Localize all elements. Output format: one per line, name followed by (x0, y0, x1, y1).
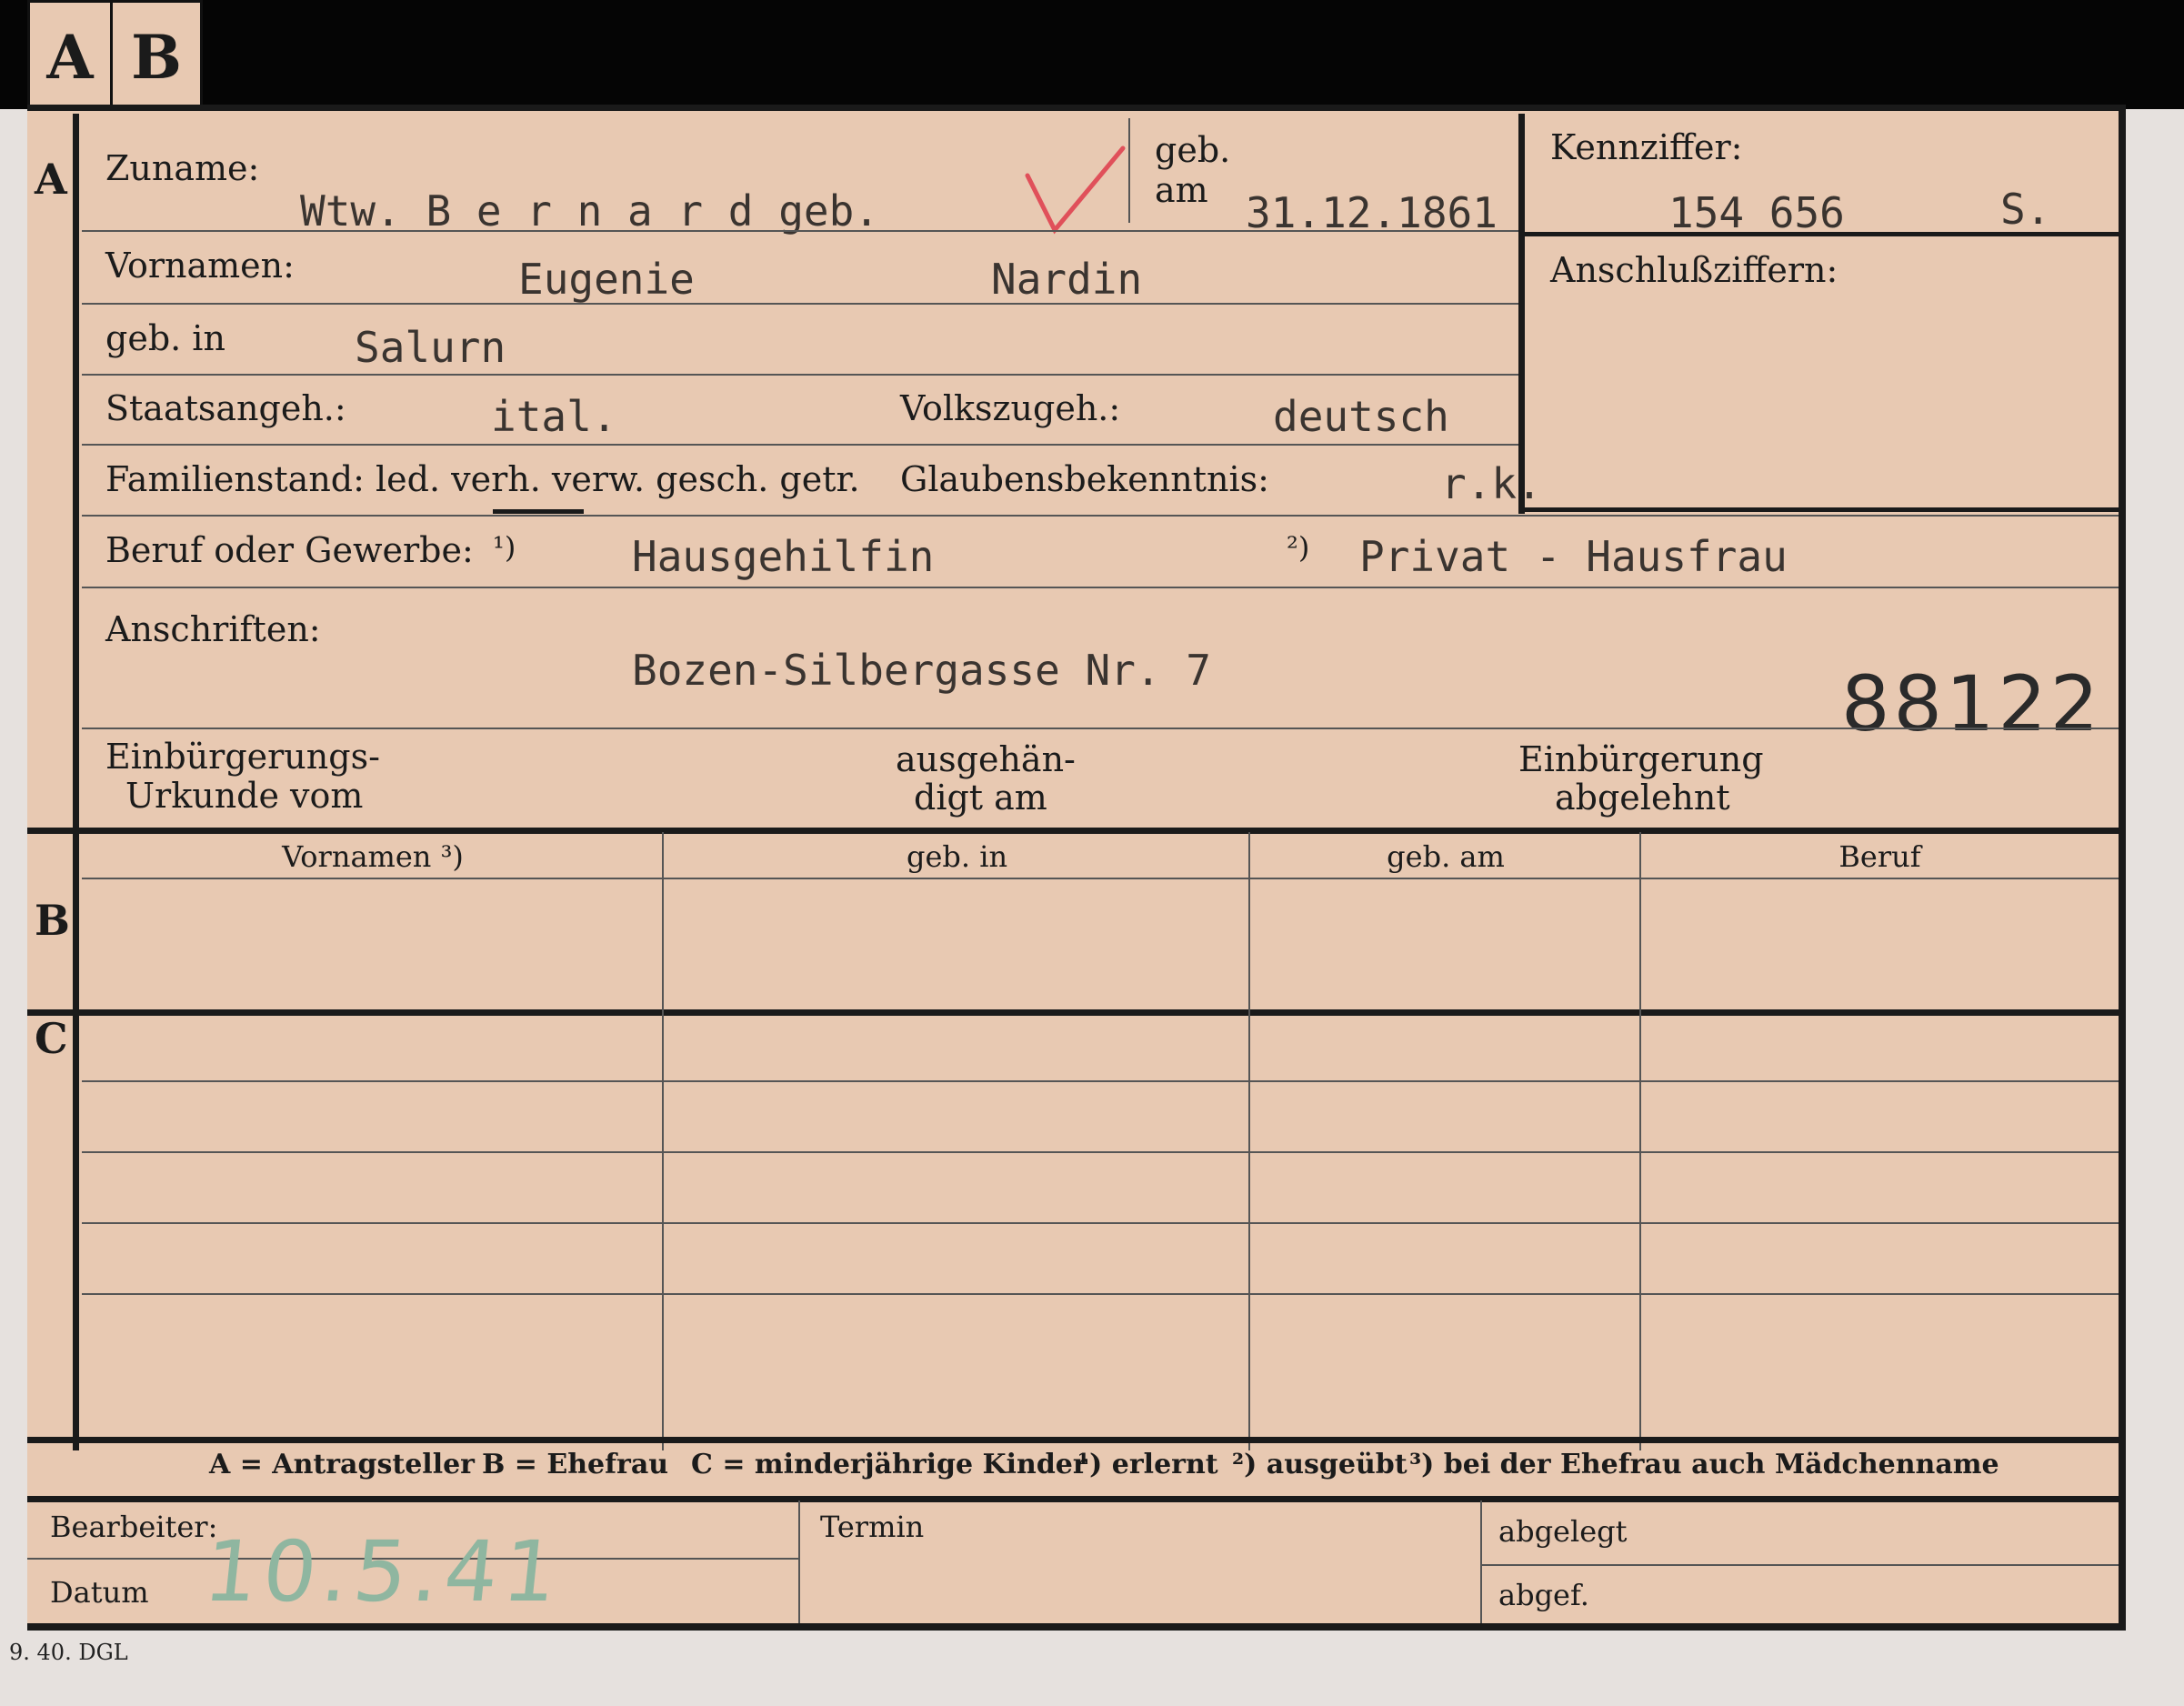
beruf-value-1: Hausgehilfin (632, 532, 935, 581)
kennziffer-box-left (1518, 114, 1525, 514)
staat-label: Staatsangeh.: (105, 388, 346, 428)
bearbeiter-label: Bearbeiter: (50, 1510, 218, 1544)
row-rule-5 (82, 515, 2119, 517)
row-rule-2 (82, 303, 1518, 305)
beruf-value-2: Privat - Hausfrau (1359, 532, 1788, 581)
printer-mark: 9. 40. DGL (9, 1640, 128, 1665)
staat-value: ital. (491, 392, 617, 441)
abgef-label: abgef. (1498, 1578, 1589, 1612)
familien-label: Familienstand: led. verh. verw. gesch. g… (105, 459, 860, 499)
table-row-rule-1 (82, 1080, 2119, 1082)
volk-label: Volkszugeh.: (900, 388, 1121, 428)
beruf-footnote-2: ²) (1287, 530, 1310, 565)
beruf-label: Beruf oder Gewerbe: (105, 530, 474, 570)
legend-b: B = Ehefrau (482, 1449, 669, 1480)
gebin-value: Salurn (355, 323, 506, 372)
table-row-rule-2 (82, 1151, 2119, 1153)
section-b-label: B (35, 896, 70, 945)
legend-a: A = Antragsteller (209, 1449, 475, 1480)
table-header-gebin: geb. in (906, 839, 1008, 874)
section-c-label: C (35, 1014, 68, 1063)
abgelehnt-label-2: abgelehnt (1555, 778, 1730, 818)
kennziffer-label: Kennziffer: (1550, 127, 1743, 167)
verw-underline (493, 509, 584, 514)
legend-note-1: ¹) erlernt (1077, 1449, 1218, 1480)
kennziffer-box-bottom (1523, 507, 2119, 512)
vornamen-label: Vornamen: (105, 246, 295, 286)
ausgeh-label-2: digt am (914, 778, 1047, 818)
legend-note-2: ²) ausgeübt (1232, 1449, 1408, 1480)
registration-card: A B C Zuname: Wtw. B e r n a r d geb. ge… (27, 105, 2126, 1631)
geb-am-label-2: am (1155, 170, 1208, 210)
section-c-top-rule (27, 1009, 2119, 1016)
check-mark-icon (1025, 146, 1126, 235)
gebin-label: geb. in (105, 318, 225, 358)
anschriften-label: Anschriften: (105, 609, 321, 649)
zuname-label: Zuname: (105, 148, 260, 188)
zuname-divider (1128, 118, 1130, 223)
section-a-label: A (35, 155, 67, 204)
legend-note-3: ³) bei der Ehefrau auch Mädchenname (1409, 1449, 1999, 1480)
row-rule-6 (82, 587, 2119, 588)
ausgeh-label-1: ausgehän- (896, 739, 1076, 779)
beruf-footnote-1: ¹) (493, 530, 516, 565)
dark-background (0, 0, 2184, 109)
table-col-rule-1 (662, 832, 664, 1450)
einb-label-2: Urkunde vom (125, 776, 364, 816)
anschluss-label: Anschlußziffern: (1550, 250, 1838, 290)
table-header-gebam: geb. am (1387, 839, 1505, 874)
datum-label: Datum (50, 1575, 149, 1610)
table-header-beruf: Beruf (1838, 839, 1921, 874)
legend-c: C = minderjährige Kinder (691, 1449, 1087, 1480)
stamp-number: 88122 (1841, 659, 2103, 748)
tab-a[interactable]: A (27, 0, 113, 112)
geb-am-label-1: geb. (1155, 130, 1231, 170)
footer-top-rule (27, 1496, 2119, 1502)
tab-a-label: A (46, 22, 94, 93)
row-rule-7 (82, 728, 2119, 729)
glauben-label: Glaubensbekenntnis: (900, 459, 1269, 499)
table-col-rule-3 (1639, 832, 1641, 1450)
vornamen-value-1: Eugenie (518, 255, 695, 304)
termin-label: Termin (820, 1510, 925, 1544)
table-header-vornamen: Vornamen ³) (282, 839, 464, 874)
glauben-value: r.k. (1441, 459, 1542, 508)
anschriften-value: Bozen-Silbergasse Nr. 7 (632, 646, 1211, 695)
section-b-top-rule (27, 828, 2119, 834)
vornamen-value-2: Nardin (991, 255, 1143, 304)
tab-b[interactable]: B (110, 0, 203, 112)
kennziffer-value: 154 656 (1668, 188, 1845, 237)
kennziffer-suffix: S. (2000, 185, 2051, 234)
section-column-rule (73, 114, 79, 1450)
row-rule-3 (82, 374, 1518, 376)
table-col-rule-2 (1248, 832, 1250, 1450)
abgelegt-label: abgelegt (1498, 1514, 1628, 1549)
row-rule-4 (82, 444, 1518, 446)
datum-handwritten-value: 10.5.41 (199, 1523, 567, 1621)
table-row-rule-4 (82, 1293, 2119, 1295)
footer-col-rule-1 (798, 1500, 800, 1623)
row-rule-1 (82, 230, 1518, 232)
card-top-rule (27, 105, 2119, 111)
table-header-rule (82, 878, 2119, 879)
einb-label-1: Einbürgerungs- (105, 737, 380, 777)
tab-b-label: B (131, 22, 182, 93)
zuname-value: Wtw. B e r n a r d geb. (300, 186, 879, 236)
abgelehnt-label-1: Einbürgerung (1518, 739, 1764, 779)
footer-col-rule-2 (1480, 1500, 1482, 1623)
abgelegt-rule (1480, 1564, 2119, 1566)
kennziffer-divider (1523, 232, 2119, 236)
table-row-rule-3 (82, 1222, 2119, 1224)
volk-value: deutsch (1273, 392, 1449, 441)
legend-top-rule (27, 1437, 2119, 1443)
